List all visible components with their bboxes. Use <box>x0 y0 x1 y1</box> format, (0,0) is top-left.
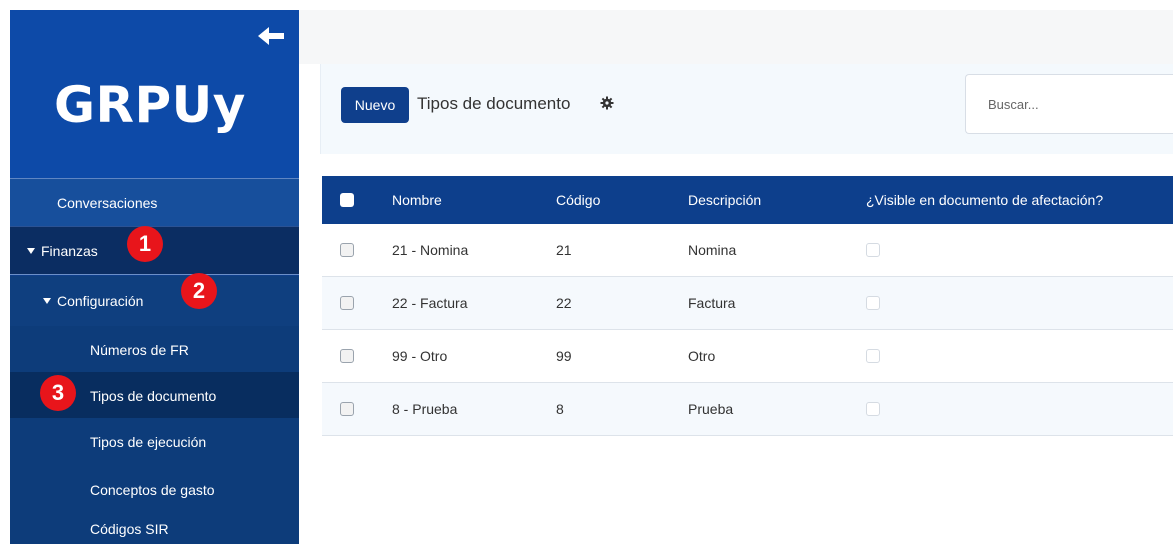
row-checkbox-cell <box>340 277 354 329</box>
cell-nombre: 22 - Factura <box>392 295 468 311</box>
cell-codigo: 99 <box>556 348 572 364</box>
sidebar-item-label: Números de FR <box>90 342 189 358</box>
visible-checkbox[interactable] <box>866 349 880 363</box>
sidebar-item-numeros-fr[interactable]: Números de FR <box>10 326 299 374</box>
row-checkbox[interactable] <box>340 349 354 363</box>
caret-down-icon <box>43 298 51 304</box>
cell-descripcion: Factura <box>688 295 736 311</box>
search-input[interactable] <box>965 74 1173 134</box>
annotation-badge-2: 2 <box>181 273 217 309</box>
sidebar-item-label: Conversaciones <box>57 194 158 211</box>
column-header-descripcion[interactable]: Descripción <box>688 176 761 224</box>
cell-nombre: 8 - Prueba <box>392 401 458 417</box>
visible-cell <box>866 224 880 276</box>
cell-codigo: 22 <box>556 295 572 311</box>
visible-checkbox[interactable] <box>866 402 880 416</box>
new-button[interactable]: Nuevo <box>341 87 409 123</box>
arrow-left-icon[interactable] <box>258 26 288 46</box>
visible-cell <box>866 330 880 382</box>
table-row[interactable]: 22 - Factura 22 Factura <box>322 277 1173 330</box>
sidebar-item-label: Tipos de documento <box>90 388 217 404</box>
row-checkbox[interactable] <box>340 402 354 416</box>
row-checkbox[interactable] <box>340 296 354 310</box>
select-all-cell <box>340 176 354 224</box>
documents-table: Nombre Código Descripción ¿Visible en do… <box>322 176 1173 436</box>
table-row[interactable]: 99 - Otro 99 Otro <box>322 330 1173 383</box>
visible-cell <box>866 383 880 435</box>
sidebar-item-label: Configuración <box>57 293 144 309</box>
cell-descripcion: Otro <box>688 348 716 364</box>
gear-icon[interactable] <box>600 96 614 110</box>
row-checkbox-cell <box>340 383 354 435</box>
page-title: Tipos de documento <box>417 94 571 113</box>
app-window: GRPUy Conversaciones Finanzas Configurac… <box>0 0 1173 544</box>
sidebar-item-codigos-sir[interactable]: Códigos SIR <box>10 514 299 544</box>
column-header-nombre[interactable]: Nombre <box>392 176 442 224</box>
cell-descripcion: Prueba <box>688 401 734 417</box>
sidebar: GRPUy Conversaciones Finanzas Configurac… <box>10 10 299 544</box>
sidebar-item-tipos-ejecucion[interactable]: Tipos de ejecución <box>10 418 299 466</box>
sidebar-item-conversaciones[interactable]: Conversaciones <box>10 178 299 226</box>
sidebar-item-configuracion[interactable]: Configuración <box>10 276 299 326</box>
column-header-visible[interactable]: ¿Visible en documento de afectación? <box>866 176 1103 224</box>
visible-checkbox[interactable] <box>866 296 880 310</box>
select-all-checkbox[interactable] <box>340 193 354 207</box>
sidebar-item-label: Tipos de ejecución <box>90 434 207 450</box>
app-logo: GRPUy <box>54 76 246 134</box>
top-bar <box>299 10 1173 64</box>
cell-codigo: 8 <box>556 401 564 417</box>
cell-nombre: 21 - Nomina <box>392 242 469 258</box>
row-checkbox-cell <box>340 224 354 276</box>
row-checkbox-cell <box>340 330 354 382</box>
table-row[interactable]: 8 - Prueba 8 Prueba <box>322 383 1173 436</box>
annotation-badge-1: 1 <box>127 226 163 262</box>
cell-nombre: 99 - Otro <box>392 348 448 364</box>
sidebar-item-label: Finanzas <box>41 242 98 259</box>
cell-codigo: 21 <box>556 242 572 258</box>
table-row[interactable]: 21 - Nomina 21 Nomina <box>322 224 1173 277</box>
row-checkbox[interactable] <box>340 243 354 257</box>
annotation-badge-3: 3 <box>40 375 76 411</box>
column-header-codigo[interactable]: Código <box>556 176 600 224</box>
sidebar-item-label: Conceptos de gasto <box>90 482 215 498</box>
caret-down-icon <box>27 247 35 254</box>
sidebar-item-label: Códigos SIR <box>90 521 169 537</box>
table-header: Nombre Código Descripción ¿Visible en do… <box>322 176 1173 224</box>
logo-area: GRPUy <box>10 10 299 178</box>
visible-cell <box>866 277 880 329</box>
sidebar-item-conceptos-gasto[interactable]: Conceptos de gasto <box>10 466 299 514</box>
cell-descripcion: Nomina <box>688 242 737 258</box>
visible-checkbox[interactable] <box>866 243 880 257</box>
